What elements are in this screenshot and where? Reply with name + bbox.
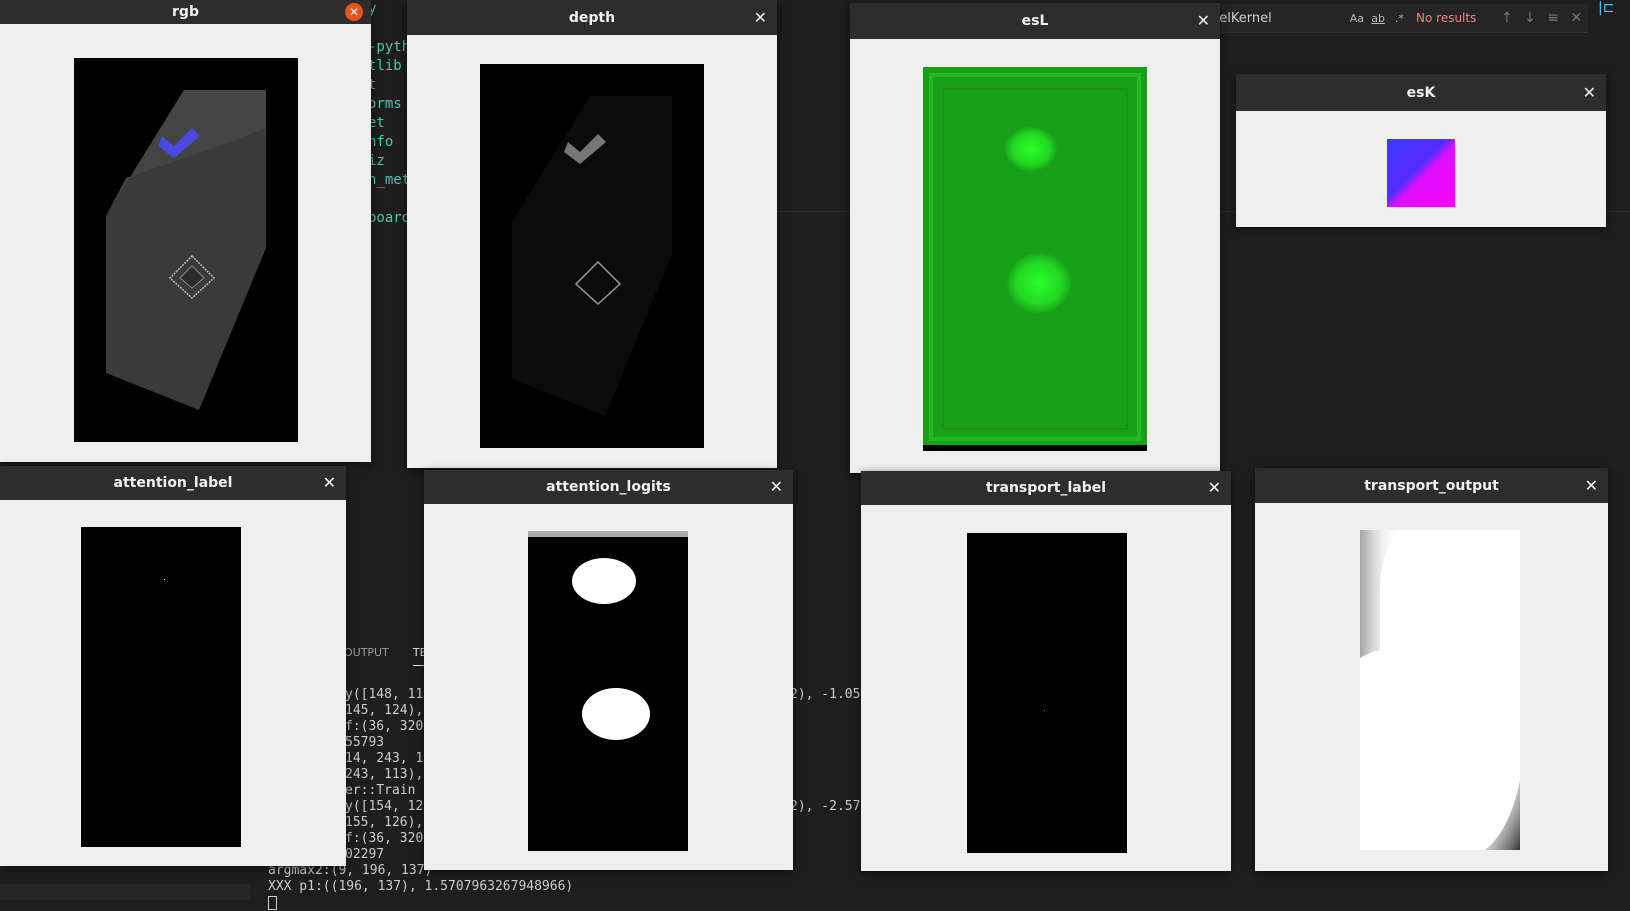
- esL-heatmap: [923, 67, 1147, 451]
- code-line: h_met: [368, 172, 411, 188]
- window-title: esK: [1406, 84, 1436, 101]
- code-line: nfo: [368, 134, 394, 150]
- close-icon[interactable]: ✕: [323, 475, 336, 491]
- code-line: orms: [368, 96, 402, 112]
- code-line: y: [368, 1, 377, 17]
- terminal-cursor: [250, 895, 573, 911]
- rgb-scene: [106, 90, 266, 410]
- tab-output[interactable]: OUTPUT: [344, 646, 389, 666]
- find-widget: delKernel Aa ab .* No results ↑ ↓ ≡ ✕: [1205, 4, 1588, 33]
- close-icon[interactable]: ✕: [1585, 477, 1598, 494]
- window-title: esL: [1021, 13, 1049, 29]
- code-line: t: [368, 77, 377, 93]
- esL-window[interactable]: esL ✕: [850, 3, 1220, 473]
- window-title: transport_label: [985, 480, 1107, 496]
- esK-window[interactable]: esK ✕: [1236, 74, 1606, 227]
- attention-logits-image: [528, 531, 688, 851]
- match-case-toggle[interactable]: Aa: [1346, 12, 1367, 25]
- rgb-titlebar[interactable]: rgb ✕: [0, 0, 371, 24]
- window-title: rgb: [172, 4, 199, 20]
- transport-output-image: [1360, 530, 1520, 850]
- rgb-window[interactable]: rgb ✕: [0, 0, 371, 462]
- window-title: depth: [568, 9, 616, 26]
- label-point: [164, 579, 165, 580]
- match-word-toggle[interactable]: ab: [1368, 12, 1389, 25]
- attention-label-window[interactable]: attention_label ✕: [0, 466, 346, 866]
- close-icon[interactable]: ✕: [1197, 13, 1210, 29]
- esK-kernel: [1387, 139, 1455, 207]
- layout-icon[interactable]: |⊏: [1598, 0, 1630, 32]
- transport-label-image: [967, 533, 1127, 853]
- transport-output-titlebar[interactable]: transport_output ✕: [1255, 468, 1608, 503]
- esK-titlebar[interactable]: esK ✕: [1236, 74, 1606, 111]
- terminal-line: XXX p1:((196, 137), 1.5707963267948966): [268, 879, 574, 894]
- next-match-icon[interactable]: ↓: [1518, 10, 1541, 26]
- window-title: transport_output: [1364, 477, 1499, 494]
- window-title: attention_logits: [546, 479, 671, 495]
- label-point: [1044, 710, 1045, 711]
- esL-titlebar[interactable]: esL ✕: [850, 3, 1220, 39]
- code-line: -pyth: [368, 39, 411, 55]
- transport-label-window[interactable]: transport_label ✕: [861, 471, 1231, 871]
- code-line: board: [368, 210, 411, 226]
- code-line: iz: [368, 153, 385, 169]
- close-icon[interactable]: ✕: [345, 3, 363, 21]
- find-in-selection-icon[interactable]: ≡: [1542, 10, 1565, 26]
- attention-label-image: [81, 527, 241, 847]
- attention-logits-window[interactable]: attention_logits ✕: [424, 470, 793, 870]
- panel-tabs: OUTPUT TE: [344, 646, 427, 666]
- esK-image: [1387, 139, 1455, 207]
- depth-image: [480, 64, 704, 448]
- code-line: tlib: [368, 58, 402, 74]
- depth-window[interactable]: depth ✕: [407, 0, 777, 468]
- regex-toggle[interactable]: .*: [1389, 12, 1410, 25]
- previous-match-icon[interactable]: ↑: [1495, 10, 1518, 26]
- close-icon[interactable]: ✕: [1583, 84, 1596, 101]
- editor-code[interactable]: y -pyth tlib t orms et nfo iz h_met boar…: [368, 0, 410, 228]
- attention-logits-titlebar[interactable]: attention_logits ✕: [424, 470, 793, 504]
- depth-titlebar[interactable]: depth ✕: [407, 0, 777, 35]
- find-input[interactable]: delKernel: [1205, 11, 1346, 26]
- terminal-line: 2), -2.57: [790, 799, 861, 814]
- close-icon[interactable]: ✕: [754, 9, 767, 26]
- close-find-icon[interactable]: ✕: [1565, 10, 1588, 26]
- status-strip: [0, 884, 250, 900]
- esL-image: [923, 67, 1147, 451]
- transport-label-titlebar[interactable]: transport_label ✕: [861, 471, 1231, 505]
- terminal-line: 2), -1.05: [790, 687, 861, 702]
- close-icon[interactable]: ✕: [1208, 480, 1221, 496]
- attention-label-titlebar[interactable]: attention_label ✕: [0, 466, 346, 500]
- find-result-count: No results: [1416, 11, 1477, 25]
- close-icon[interactable]: ✕: [770, 479, 783, 495]
- code-line: et: [368, 115, 385, 131]
- rgb-image: [74, 58, 298, 442]
- depth-scene: [512, 96, 672, 416]
- transport-output-window[interactable]: transport_output ✕: [1255, 468, 1608, 871]
- transport-output-heatmap: [1360, 530, 1520, 850]
- attention-logits-heatmap: [528, 531, 688, 740]
- window-title: attention_label: [113, 475, 233, 491]
